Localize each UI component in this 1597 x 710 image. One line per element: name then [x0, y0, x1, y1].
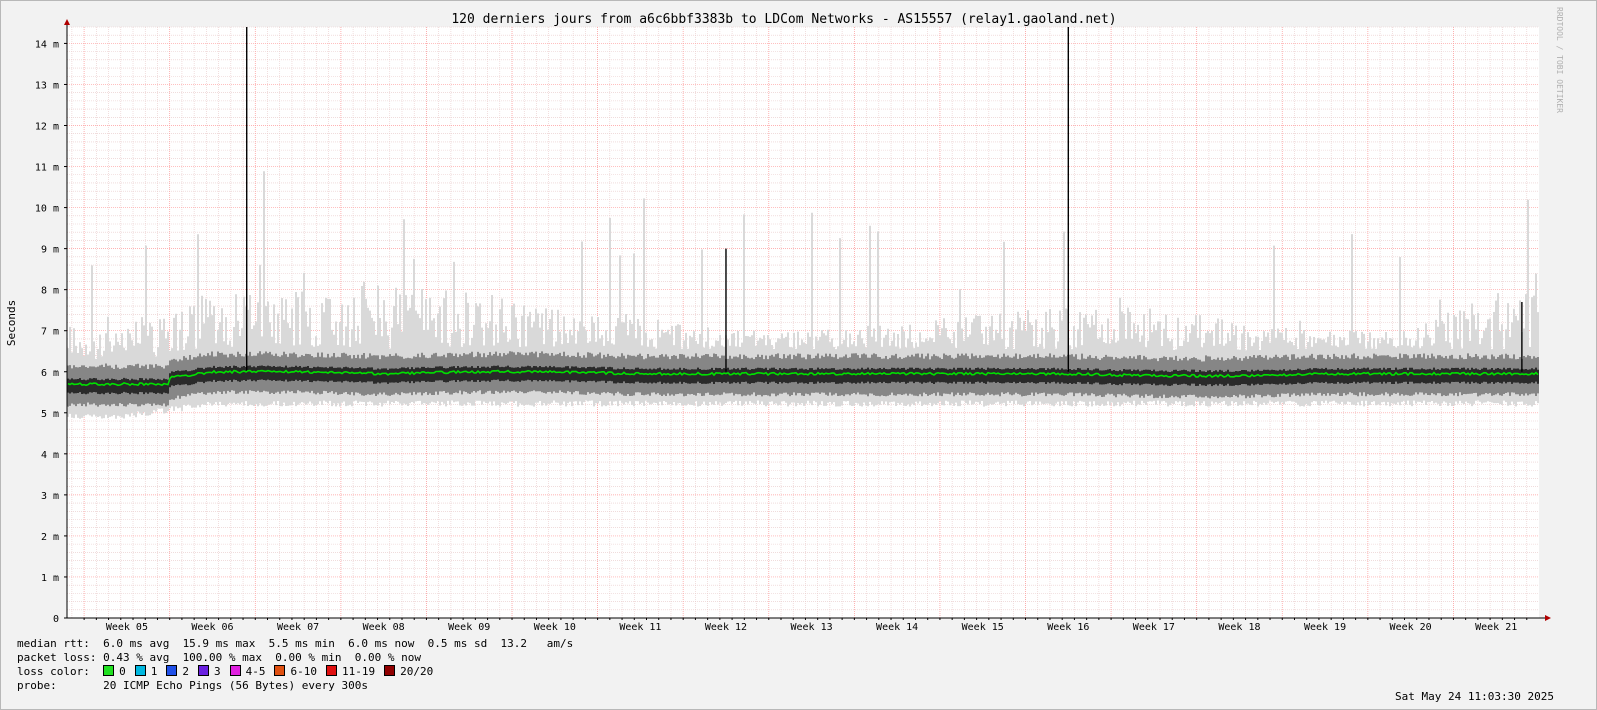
x-tick-label: Week 08 [363, 622, 405, 633]
latency-chart: 120 derniers jours from a6c6bbf3383b to … [5, 7, 1564, 633]
loss-color-swatch [325, 665, 337, 676]
x-tick-label: Week 18 [1218, 622, 1260, 633]
y-tick-label: 3 m [41, 491, 59, 502]
loss-color-label-text: 2 [182, 665, 189, 678]
loss-color-item: 11-19 [325, 665, 376, 678]
loss-color-label: loss color: [17, 665, 90, 678]
y-tick-label: 4 m [41, 450, 59, 461]
y-axis-arrow [64, 19, 70, 25]
loss-color-swatch [166, 665, 178, 676]
y-tick-label: 14 m [35, 39, 59, 50]
y-tick-label: 2 m [41, 532, 59, 543]
loss-color-legend: loss color: 0 1 2 3 4-5 6-10 11-19 20/20 [17, 665, 442, 678]
y-tick-label: 10 m [35, 204, 59, 215]
median-rtt-stats: median rtt: 6.0 ms avg 15.9 ms max 5.5 m… [17, 637, 574, 650]
loss-color-item: 20/20 [384, 665, 433, 678]
loss-color-swatch [384, 665, 396, 676]
x-tick-label: Week 07 [277, 622, 319, 633]
x-tick-label: Week 11 [619, 622, 661, 633]
y-tick-label: 6 m [41, 368, 59, 379]
probe-info: probe: 20 ICMP Echo Pings (56 Bytes) eve… [17, 679, 368, 692]
x-tick-label: Week 19 [1304, 622, 1346, 633]
loss-color-item: 2 [166, 665, 189, 678]
x-axis-arrow [1545, 615, 1551, 621]
y-tick-label: 5 m [41, 409, 59, 420]
y-tick-label: 9 m [41, 245, 59, 256]
x-tick-label: Week 21 [1475, 622, 1517, 633]
loss-color-swatch [103, 665, 115, 676]
loss-color-item: 0 [103, 665, 126, 678]
loss-color-label-text: 11-19 [341, 665, 376, 678]
y-axis-label: Seconds [5, 300, 18, 346]
loss-color-label-text: 20/20 [400, 665, 434, 678]
chart-title: 120 derniers jours from a6c6bbf3383b to … [451, 12, 1116, 27]
loss-color-label-text: 1 [150, 665, 158, 678]
y-tick-label: 13 m [35, 80, 59, 91]
x-tick-label: Week 05 [106, 622, 148, 633]
loss-color-label-text: 3 [213, 665, 221, 678]
y-tick-label: 11 m [35, 163, 59, 174]
x-tick-label: Week 14 [876, 622, 918, 633]
x-tick-label: Week 15 [962, 622, 1004, 633]
x-tick-label: Week 13 [790, 622, 832, 633]
x-tick-label: Week 10 [534, 622, 576, 633]
loss-color-label-text: 4-5 [245, 665, 266, 678]
x-tick-label: Week 20 [1390, 622, 1432, 633]
loss-color-item: 3 [197, 665, 221, 678]
loss-color-swatch [134, 665, 146, 676]
loss-color-item: 6-10 [274, 665, 317, 678]
loss-color-swatch [274, 665, 286, 676]
y-tick-label: 0 [53, 614, 59, 625]
x-tick-label: Week 09 [448, 622, 490, 633]
loss-color-label-text: 6-10 [290, 665, 317, 678]
packet-loss-stats: packet loss: 0.43 % avg 100.00 % max 0.0… [17, 651, 421, 664]
x-tick-label: Week 16 [1047, 622, 1089, 633]
loss-color-item: 1 [134, 665, 158, 678]
rrdtool-watermark: RRDTOOL / TOBI OETIKER [1555, 7, 1564, 113]
y-tick-label: 12 m [35, 122, 59, 133]
x-tick-label: Week 06 [191, 622, 233, 633]
y-tick-label: 7 m [41, 327, 59, 338]
y-tick-label: 1 m [41, 573, 59, 584]
loss-color-label-text: 0 [119, 665, 126, 678]
x-tick-label: Week 12 [705, 622, 747, 633]
loss-color-swatch [229, 665, 241, 676]
graph-timestamp: Sat May 24 11:03:30 2025 [1395, 690, 1554, 703]
x-tick-label: Week 17 [1133, 622, 1175, 633]
loss-color-swatch [197, 665, 209, 676]
smokeping-graph: 120 derniers jours from a6c6bbf3383b to … [0, 0, 1597, 710]
y-tick-label: 8 m [41, 286, 59, 297]
loss-color-item: 4-5 [229, 665, 266, 678]
